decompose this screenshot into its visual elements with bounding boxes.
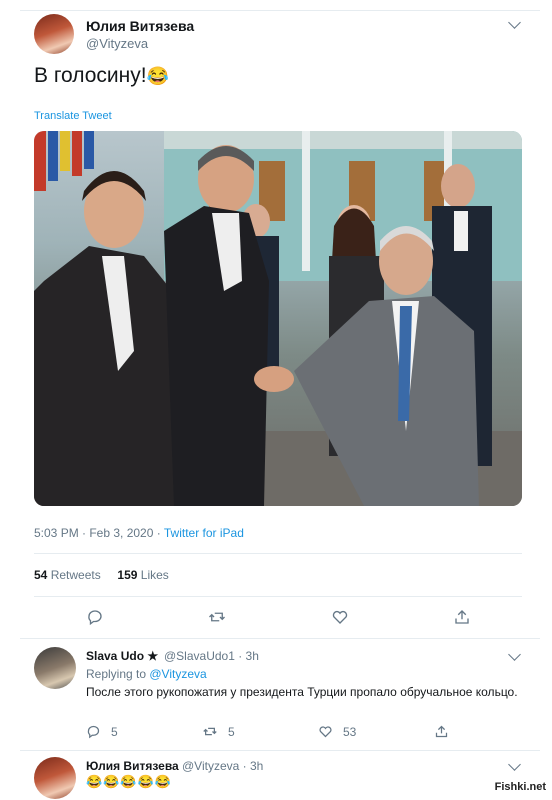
chevron-down-icon[interactable] xyxy=(508,16,521,29)
likes-stat[interactable]: 159 Likes xyxy=(117,568,168,582)
reply2-author-handle[interactable]: @Vityzeva · 3h xyxy=(182,759,263,773)
tweet-meta: 5:03 PM · Feb 3, 2020 · Twitter for iPad xyxy=(34,526,244,540)
reply-icon[interactable] xyxy=(84,606,106,628)
retweet-icon xyxy=(203,727,217,736)
tweet-stats: 54 Retweets 159 Likes xyxy=(34,568,169,582)
share-icon xyxy=(435,725,448,738)
reply-author-handle[interactable]: @SlavaUdo1 · 3h xyxy=(164,649,259,663)
retweets-stat[interactable]: 54 Retweets xyxy=(34,568,101,582)
translate-tweet-link[interactable]: Translate Tweet xyxy=(34,110,112,122)
retweets-label: Retweets xyxy=(50,568,101,582)
tweet-photo[interactable] xyxy=(34,131,522,506)
author-handle[interactable]: @Vityzeva xyxy=(86,36,148,51)
reply-reply-action[interactable]: 5 xyxy=(86,724,118,739)
tweet-text-body: В голосину! xyxy=(34,64,147,87)
author-name[interactable]: Юлия Витязева xyxy=(86,18,194,34)
replying-label: Replying to xyxy=(86,667,150,681)
reply-icon xyxy=(87,725,100,739)
reply-like-action[interactable]: 53 xyxy=(318,724,356,739)
tweet-source-link[interactable]: Twitter for iPad xyxy=(164,526,244,540)
reply2-author-avatar[interactable] xyxy=(34,757,76,799)
retweets-count: 54 xyxy=(34,568,48,582)
likes-count: 159 xyxy=(117,568,138,582)
reply2-author-name[interactable]: Юлия Витязева xyxy=(86,759,179,773)
retweet-icon[interactable] xyxy=(206,606,228,628)
reply-likes-count: 53 xyxy=(343,724,357,739)
tears-of-joy-emoji: 😂 xyxy=(146,66,170,86)
actions-divider xyxy=(20,638,540,639)
watermark: Fishki.net xyxy=(492,780,548,794)
likes-label: Likes xyxy=(140,568,169,582)
tweet-timestamp[interactable]: 5:03 PM · Feb 3, 2020 · xyxy=(34,526,164,540)
replying-to-handle-link[interactable]: @Vityzeva xyxy=(149,667,206,681)
chevron-down-icon[interactable] xyxy=(508,648,521,661)
reply-retweets-count: 5 xyxy=(228,724,235,739)
reply-author-name[interactable]: Slava Udo ★ xyxy=(86,649,158,663)
reply-replies-count: 5 xyxy=(111,724,118,739)
reply-share-action[interactable] xyxy=(434,724,449,739)
author-avatar[interactable] xyxy=(34,14,74,54)
reply-author-avatar[interactable] xyxy=(34,647,76,689)
like-icon[interactable] xyxy=(329,606,351,628)
tweet-text: В голосину!😂 xyxy=(34,64,169,88)
meta-divider xyxy=(34,553,522,554)
reply-divider xyxy=(20,750,540,751)
replying-to: Replying to @Vityzeva xyxy=(86,667,207,681)
reply2-text: 😂😂😂😂😂 xyxy=(86,774,172,789)
handshake-photo-illustration xyxy=(34,131,522,506)
share-icon[interactable] xyxy=(451,606,473,628)
reply-text: После этого рукопожатия у президента Тур… xyxy=(86,685,518,699)
top-divider xyxy=(20,10,540,11)
stats-divider xyxy=(34,596,522,597)
reply-retweet-action[interactable]: 5 xyxy=(202,724,235,739)
like-icon xyxy=(319,726,332,738)
chevron-down-icon[interactable] xyxy=(508,758,521,771)
